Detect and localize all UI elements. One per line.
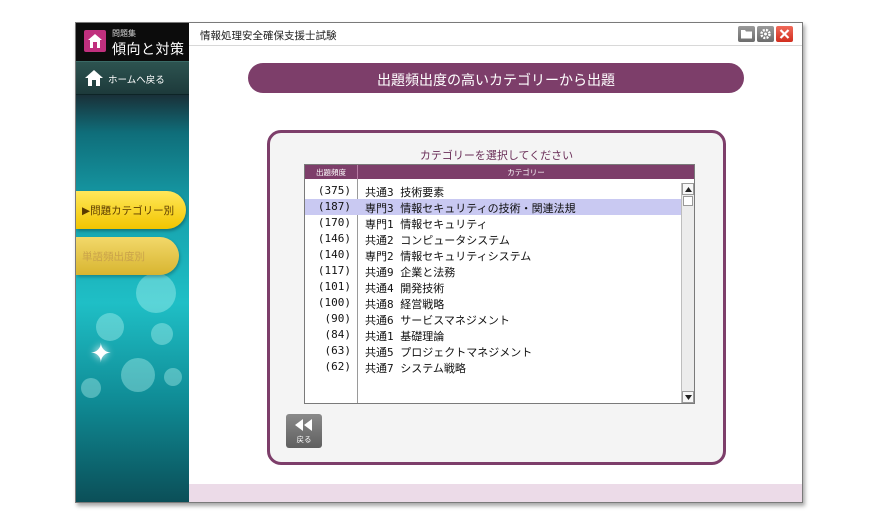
item-category: 共通2 コンピュータシステム [365,234,510,247]
list-item[interactable]: (375) 共通3 技術要素 [305,183,681,199]
item-count: (62) [324,360,352,373]
footer-bar [189,484,802,502]
item-count: (100) [317,296,351,309]
tab-word-frequency-label: 単語頻出度別 [82,251,145,263]
back-button-label: 戻る [296,435,312,444]
item-category: 共通8 経営戦略 [365,298,445,311]
close-button[interactable] [776,26,793,42]
app-window: 問題集 傾向と対策 ホームへ戻る ✦ ▶問題カテゴリー別 単語頻出度別 情報処理… [75,22,803,503]
category-rows: (375) 共通3 技術要素 (187) 専門3 情報セキュリティの技術・関連法規 … [305,183,681,375]
home-button-label: ホームへ戻る [108,75,165,86]
app-title: 情報処理安全確保支援士試験 [200,30,337,42]
folder-icon [741,30,752,39]
item-category: 共通3 技術要素 [365,186,445,199]
sidebar: 問題集 傾向と対策 ホームへ戻る ✦ ▶問題カテゴリー別 単語頻出度別 [76,23,189,502]
page-title: 出題頻出度の高いカテゴリーから出題 [377,73,615,89]
house-logo-icon [84,30,106,52]
decor-bubble [96,313,124,341]
list-item[interactable]: (140) 専門2 情報セキュリティシステム [305,247,681,263]
item-count: (170) [317,216,351,229]
decor-bubble [121,358,155,392]
decor-bubble [136,273,176,313]
item-category: 共通7 システム戦略 [365,362,466,375]
listbox-header: 出題頻度 カテゴリー [305,165,694,179]
title-bar: 情報処理安全確保支援士試験 [189,23,802,46]
logo-bar: 問題集 傾向と対策 [76,23,189,61]
home-button[interactable]: ホームへ戻る [76,61,189,95]
home-icon [85,70,103,86]
gear-icon [760,28,771,40]
list-item[interactable]: (117) 共通9 企業と法務 [305,263,681,279]
vertical-scrollbar[interactable] [681,183,694,403]
decor-bubble [164,368,182,386]
list-item[interactable]: (146) 共通2 コンピュータシステム [305,231,681,247]
list-item[interactable]: (63) 共通5 プロジェクトマネジメント [305,343,681,359]
column-header-category: カテゴリー [507,168,545,177]
item-count: (90) [324,312,352,325]
item-category: 共通9 企業と法務 [365,266,456,279]
tab-category[interactable]: ▶問題カテゴリー別 [76,191,186,229]
logo-title: 傾向と対策 [112,42,185,58]
sparkle-icon: ✦ [90,339,112,369]
category-panel: カテゴリーを選択してください 出題頻度 カテゴリー (375) 共通3 技術要素 … [267,130,726,465]
decor-bubble [151,323,173,345]
item-count: (375) [317,184,351,197]
page-title-banner: 出題頻出度の高いカテゴリーから出題 [248,63,744,93]
triangle-down-icon [685,395,692,400]
open-folder-button[interactable] [738,26,755,42]
item-category: 共通1 基礎理論 [365,330,445,343]
item-category: 専門1 情報セキュリティ [365,218,488,231]
tab-word-frequency[interactable]: 単語頻出度別 [76,237,179,275]
back-button[interactable]: 戻る [286,414,322,448]
item-category: 共通5 プロジェクトマネジメント [365,346,533,359]
category-listbox[interactable]: 出題頻度 カテゴリー (375) 共通3 技術要素 (187) 専門3 情報セキュリ… [304,164,695,404]
scroll-down-button[interactable] [682,391,694,403]
item-count: (146) [317,232,351,245]
list-item[interactable]: (100) 共通8 経営戦略 [305,295,681,311]
settings-button[interactable] [757,26,774,42]
panel-heading: カテゴリーを選択してください [419,149,574,162]
item-category: 専門3 情報セキュリティの技術・関連法規 [365,202,576,215]
item-count: (117) [317,264,351,277]
decor-bubble [81,378,101,398]
close-icon [779,29,790,39]
rewind-icon [295,419,312,431]
item-category: 共通4 開発技術 [365,282,445,295]
item-count: (63) [324,344,352,357]
logo-subtitle: 問題集 [112,29,136,38]
column-header-count: 出題頻度 [316,168,346,177]
item-count: (84) [324,328,352,341]
tab-category-label: ▶問題カテゴリー別 [82,205,175,217]
list-item[interactable]: (90) 共通6 サービスマネジメント [305,311,681,327]
scroll-thumb[interactable] [683,196,693,206]
item-category: 共通6 サービスマネジメント [365,314,510,327]
list-item-selected[interactable]: (187) 専門3 情報セキュリティの技術・関連法規 [305,199,681,215]
list-item[interactable]: (170) 専門1 情報セキュリティ [305,215,681,231]
item-count: (187) [317,200,351,213]
item-count: (101) [317,280,351,293]
list-item[interactable]: (84) 共通1 基礎理論 [305,327,681,343]
item-category: 専門2 情報セキュリティシステム [365,250,532,263]
list-item[interactable]: (101) 共通4 開発技術 [305,279,681,295]
triangle-up-icon [685,187,692,192]
main-content: 出題頻出度の高いカテゴリーから出題 カテゴリーを選択してください 出題頻度 カテ… [189,46,802,502]
list-item[interactable]: (62) 共通7 システム戦略 [305,359,681,375]
scroll-up-button[interactable] [682,183,694,195]
item-count: (140) [317,248,351,261]
